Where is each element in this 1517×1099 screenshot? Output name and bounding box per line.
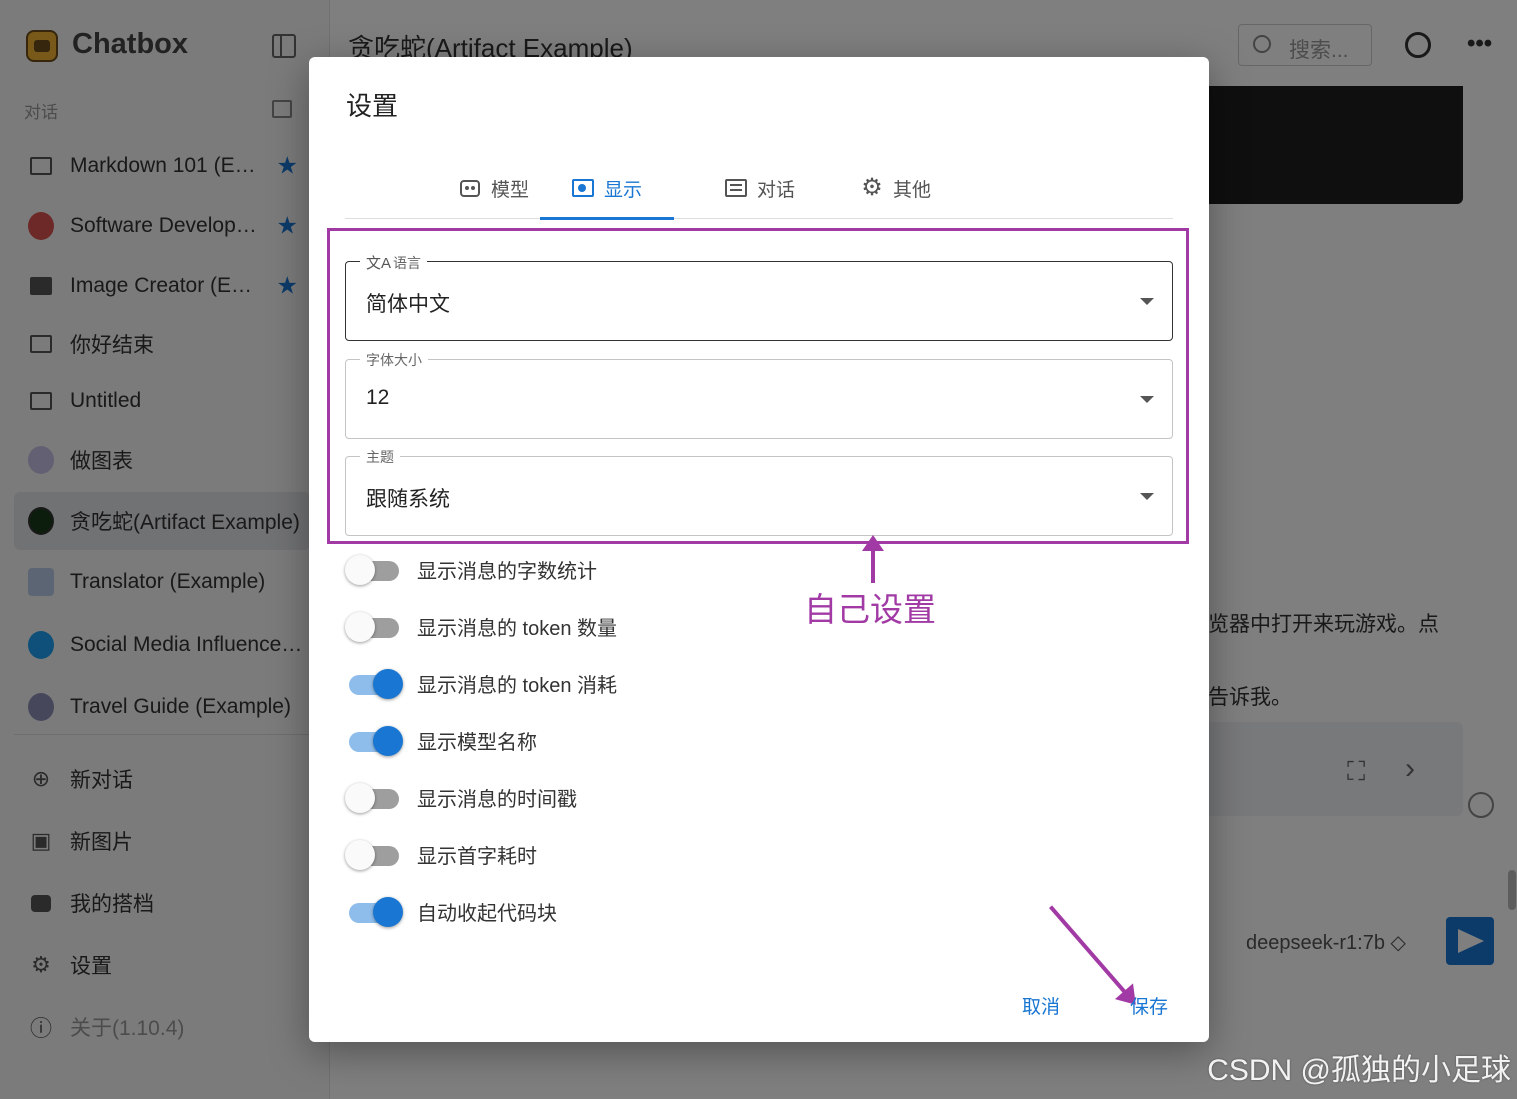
display-icon	[571, 177, 594, 199]
annotation-text: 自己设置	[804, 591, 936, 628]
tab-other[interactable]: ⚙ 其他	[841, 157, 951, 219]
tab-label: 对话	[756, 179, 795, 201]
tab-label: 模型	[490, 179, 529, 201]
field-value: 12	[366, 386, 390, 409]
gear-icon: ⚙	[861, 174, 883, 201]
annotation-arrow-to-save	[1049, 905, 1130, 998]
toggle-switch[interactable]	[345, 838, 403, 870]
switch-label: 显示消息的 token 消耗	[417, 674, 618, 697]
settings-tabs: 模型 显示 对话 ⚙ 其他	[345, 157, 1173, 220]
switch-label: 显示消息的字数统计	[417, 560, 597, 583]
switch-timestamp[interactable]: 显示消息的时间戳	[345, 777, 577, 817]
toggle-switch[interactable]	[345, 895, 403, 927]
dropdown-arrow-icon	[1140, 396, 1154, 403]
switch-label: 显示首字耗时	[417, 845, 537, 868]
cancel-button[interactable]: 取消	[1022, 992, 1060, 1019]
toggle-switch[interactable]	[345, 610, 403, 642]
switch-label: 显示模型名称	[417, 731, 537, 754]
toggle-switch[interactable]	[345, 553, 403, 585]
switch-first-token-time[interactable]: 显示首字耗时	[345, 834, 537, 874]
tab-label: 显示	[603, 179, 642, 201]
switch-token-count[interactable]: 显示消息的 token 数量	[345, 606, 617, 646]
tab-display[interactable]: 显示	[540, 157, 674, 220]
switch-token-usage[interactable]: 显示消息的 token 消耗	[345, 663, 617, 703]
toggle-switch[interactable]	[345, 781, 403, 813]
font-size-select[interactable]: 字体大小 12	[345, 350, 1173, 439]
switch-label: 自动收起代码块	[417, 902, 557, 925]
watermark: CSDN @孤独的小足球	[1207, 1054, 1511, 1087]
field-legend: 主题	[360, 447, 400, 467]
language-select[interactable]: 文A 语言 简体中文	[345, 252, 1173, 341]
tab-model[interactable]: 模型	[439, 157, 549, 219]
field-value: 跟随系统	[366, 488, 450, 511]
dialog-title: 设置	[346, 91, 399, 121]
chat-icon	[724, 177, 747, 199]
switch-auto-collapse-code[interactable]: 自动收起代码块	[345, 891, 557, 931]
save-button[interactable]: 保存	[1130, 992, 1168, 1019]
field-legend: 文A 语言	[360, 252, 428, 273]
tab-chat[interactable]: 对话	[705, 157, 815, 219]
settings-dialog: 设置 模型 显示 对话 ⚙ 其他 文A 语言 简体中文 字体大小 12 主题 跟随…	[309, 57, 1209, 1042]
robot-icon	[459, 177, 481, 199]
switch-label: 显示消息的 token 数量	[417, 617, 618, 640]
toggle-switch[interactable]	[345, 724, 403, 756]
switch-word-count[interactable]: 显示消息的字数统计	[345, 549, 597, 589]
field-value: 简体中文	[366, 293, 450, 316]
dropdown-arrow-icon	[1140, 298, 1154, 305]
toggle-switch[interactable]	[345, 667, 403, 699]
translate-icon: 文A	[366, 255, 392, 272]
switch-model-name[interactable]: 显示模型名称	[345, 720, 537, 760]
tab-label: 其他	[892, 179, 931, 201]
field-legend: 字体大小	[360, 350, 428, 370]
switch-label: 显示消息的时间戳	[417, 788, 577, 811]
annotation-arrow-up	[862, 535, 884, 583]
dropdown-arrow-icon	[1140, 493, 1154, 500]
theme-select[interactable]: 主题 跟随系统	[345, 447, 1173, 536]
